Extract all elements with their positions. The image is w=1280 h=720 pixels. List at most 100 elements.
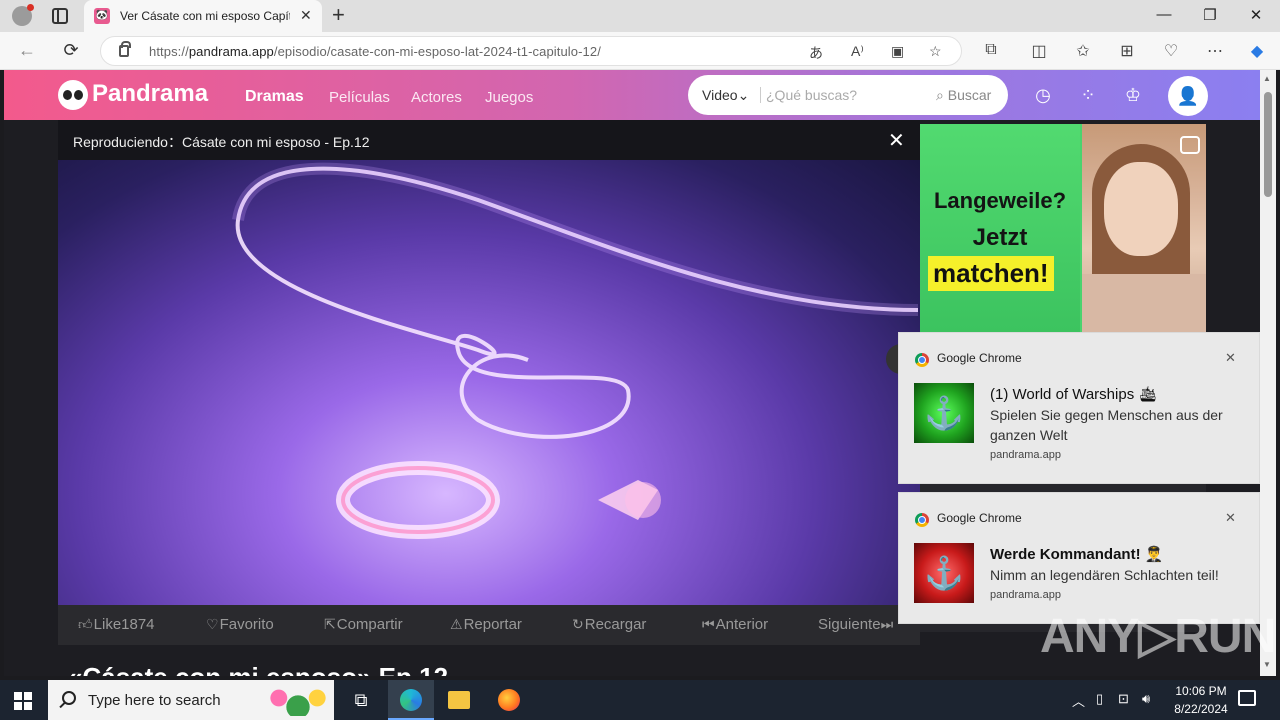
video-player[interactable]: Reproduciendo：Cásate con mi esposo - Ep.… <box>58 120 920 605</box>
refresh-button[interactable]: ⟳ <box>60 40 82 60</box>
lock-icon[interactable] <box>119 41 131 57</box>
action-center-icon[interactable] <box>1238 690 1256 706</box>
read-aloud-icon[interactable]: A⁾ <box>851 43 864 60</box>
reload-button[interactable]: ↻Recargar <box>572 616 646 633</box>
ad-photo <box>1082 124 1206 332</box>
folder-icon <box>448 691 470 709</box>
taskbar-file-explorer[interactable] <box>436 680 482 720</box>
video-frame[interactable] <box>58 160 920 605</box>
taskbar-search-text: Type here to search <box>88 692 221 709</box>
nav-peliculas[interactable]: Películas <box>329 89 390 106</box>
site-logo[interactable]: Pandrama <box>92 80 208 108</box>
notification-title: (1) World of Warships 🛳 <box>990 386 1158 403</box>
tray-network-icon[interactable]: ⊡ <box>1118 691 1129 707</box>
nav-juegos[interactable]: Juegos <box>485 89 533 106</box>
like-button[interactable]: 👍︎Like1874 <box>78 616 155 633</box>
tray-chevron-icon[interactable]: ︿ <box>1072 691 1085 710</box>
next-button[interactable]: Siguiente⏭︎ <box>818 616 894 633</box>
tray-volume-icon[interactable]: 🔊︎ <box>1142 691 1150 707</box>
tab-close-icon[interactable]: ✕ <box>300 7 312 24</box>
taskbar-search[interactable]: Type here to search <box>48 680 334 720</box>
panda-logo-icon[interactable] <box>58 80 88 110</box>
next-icon: ⏭︎ <box>880 616 894 632</box>
favorites-icon[interactable]: ✩ <box>1072 41 1094 61</box>
nav-dramas[interactable]: Dramas <box>245 88 304 106</box>
notification-close-icon[interactable]: ✕ <box>1225 510 1236 526</box>
close-window-button[interactable]: ✕ <box>1246 6 1266 24</box>
ad-line-2: Jetzt <box>972 224 1028 251</box>
copilot-icon[interactable]: ◆ <box>1246 41 1268 61</box>
more-menu-icon[interactable]: ⋯ <box>1204 41 1226 61</box>
restore-button[interactable]: ❐ <box>1200 6 1220 24</box>
notification-source: pandrama.app <box>990 589 1061 601</box>
page-scrollbar[interactable]: ▲ ▼ <box>1260 70 1276 676</box>
taskbar-edge[interactable] <box>388 680 434 720</box>
notification-image: ⚓ <box>914 383 974 443</box>
search-box: Video⌄ ⌕ Buscar <box>688 75 1008 115</box>
extensions-icon[interactable]: ⧉ <box>980 41 1002 59</box>
player-close-icon[interactable]: ✕ <box>888 128 905 153</box>
search-icon <box>62 691 76 705</box>
search-divider <box>760 87 761 103</box>
user-icon: 👤 <box>1176 86 1200 106</box>
notification-app-name: Google Chrome <box>937 511 1022 525</box>
player-title-bar: Reproduciendo：Cásate con mi esposo - Ep.… <box>58 120 920 160</box>
tab-actions-icon[interactable] <box>52 8 68 24</box>
back-button[interactable]: ← <box>16 40 38 60</box>
camera-icon <box>1180 136 1200 154</box>
anyrun-watermark: ANY▷RUN <box>1040 610 1276 663</box>
previous-button[interactable]: ⏮︎Anterior <box>702 616 768 633</box>
notification-title: Werde Kommandant! 👨‍✈️ <box>990 546 1164 563</box>
report-button[interactable]: ⚠︎Reportar <box>450 616 522 633</box>
chrome-icon <box>915 513 929 527</box>
search-type-select[interactable]: Video⌄ <box>702 87 749 104</box>
tray-battery-icon[interactable]: ▯ <box>1096 691 1103 707</box>
ad-line-1: Langeweile? <box>933 188 1067 213</box>
chrome-icon <box>915 353 929 367</box>
ad-banner[interactable]: Langeweile? Jetzt matchen! <box>920 124 1206 332</box>
scroll-up-icon[interactable]: ▲ <box>1263 74 1271 83</box>
minimize-button[interactable]: — <box>1154 6 1174 23</box>
anchor-icon: ⚓ <box>924 555 964 591</box>
notification-close-icon[interactable]: ✕ <box>1225 350 1236 366</box>
scroll-thumb[interactable] <box>1264 92 1272 197</box>
new-tab-button[interactable]: + <box>332 4 345 26</box>
search-button[interactable]: ⌕ Buscar <box>936 87 991 104</box>
favorite-button[interactable]: ♡Favorito <box>206 616 274 633</box>
user-avatar-button[interactable]: 👤 <box>1168 76 1208 116</box>
video-light-trail <box>232 162 919 539</box>
taskbar-firefox[interactable] <box>486 680 532 720</box>
nav-actores[interactable]: Actores <box>411 89 462 106</box>
panda-favicon-icon: 🐼 <box>94 8 110 24</box>
share-button[interactable]: ⇱Compartir <box>324 616 403 633</box>
now-playing-text: Reproduciendo：Cásate con mi esposo - Ep.… <box>73 134 370 150</box>
search-input[interactable] <box>766 85 926 105</box>
report-icon: ⚠︎ <box>450 616 463 632</box>
windows-start-icon[interactable] <box>14 692 32 710</box>
ad-green-panel: Langeweile? Jetzt matchen! <box>920 124 1080 332</box>
clock-date[interactable]: 8/22/2024 <box>1166 702 1236 716</box>
address-bar[interactable]: https://pandrama.app/episodio/casate-con… <box>100 36 962 66</box>
edge-icon <box>400 689 422 711</box>
task-view-icon: ⧉ <box>354 690 368 710</box>
previous-icon: ⏮︎ <box>702 616 715 632</box>
notification-1[interactable]: Google Chrome ✕ ⚓ (1) World of Warships … <box>898 332 1260 484</box>
notification-2[interactable]: Google Chrome ✕ ⚓ Werde Kommandant! 👨‍✈️… <box>898 492 1260 624</box>
share-icon: ⇱ <box>324 616 336 632</box>
split-screen-icon[interactable]: ◫ <box>1028 41 1050 61</box>
clock-time[interactable]: 10:06 PM <box>1170 684 1232 698</box>
profile-icon[interactable] <box>12 4 34 26</box>
browser-tab-active[interactable]: 🐼 Ver Cásate con mi esposo Capítulo 12 ✕ <box>84 0 322 32</box>
collections-icon[interactable]: ⊞ <box>1116 41 1138 61</box>
crown-icon[interactable]: ♔ <box>1122 84 1144 106</box>
reader-view-icon[interactable]: ▣ <box>891 43 904 60</box>
search-highlight-icon <box>266 686 330 716</box>
apps-icon[interactable]: ⁘ <box>1077 84 1099 106</box>
url-text[interactable]: https://pandrama.app/episodio/casate-con… <box>149 44 601 59</box>
browser-essentials-icon[interactable]: ♡ <box>1160 41 1182 61</box>
translate-icon[interactable]: あ <box>809 43 823 63</box>
heart-icon: ♡ <box>206 616 219 632</box>
history-icon[interactable]: ◷ <box>1032 84 1054 106</box>
task-view-button[interactable]: ⧉ <box>338 680 384 720</box>
favorite-star-icon[interactable]: ☆ <box>929 43 942 60</box>
